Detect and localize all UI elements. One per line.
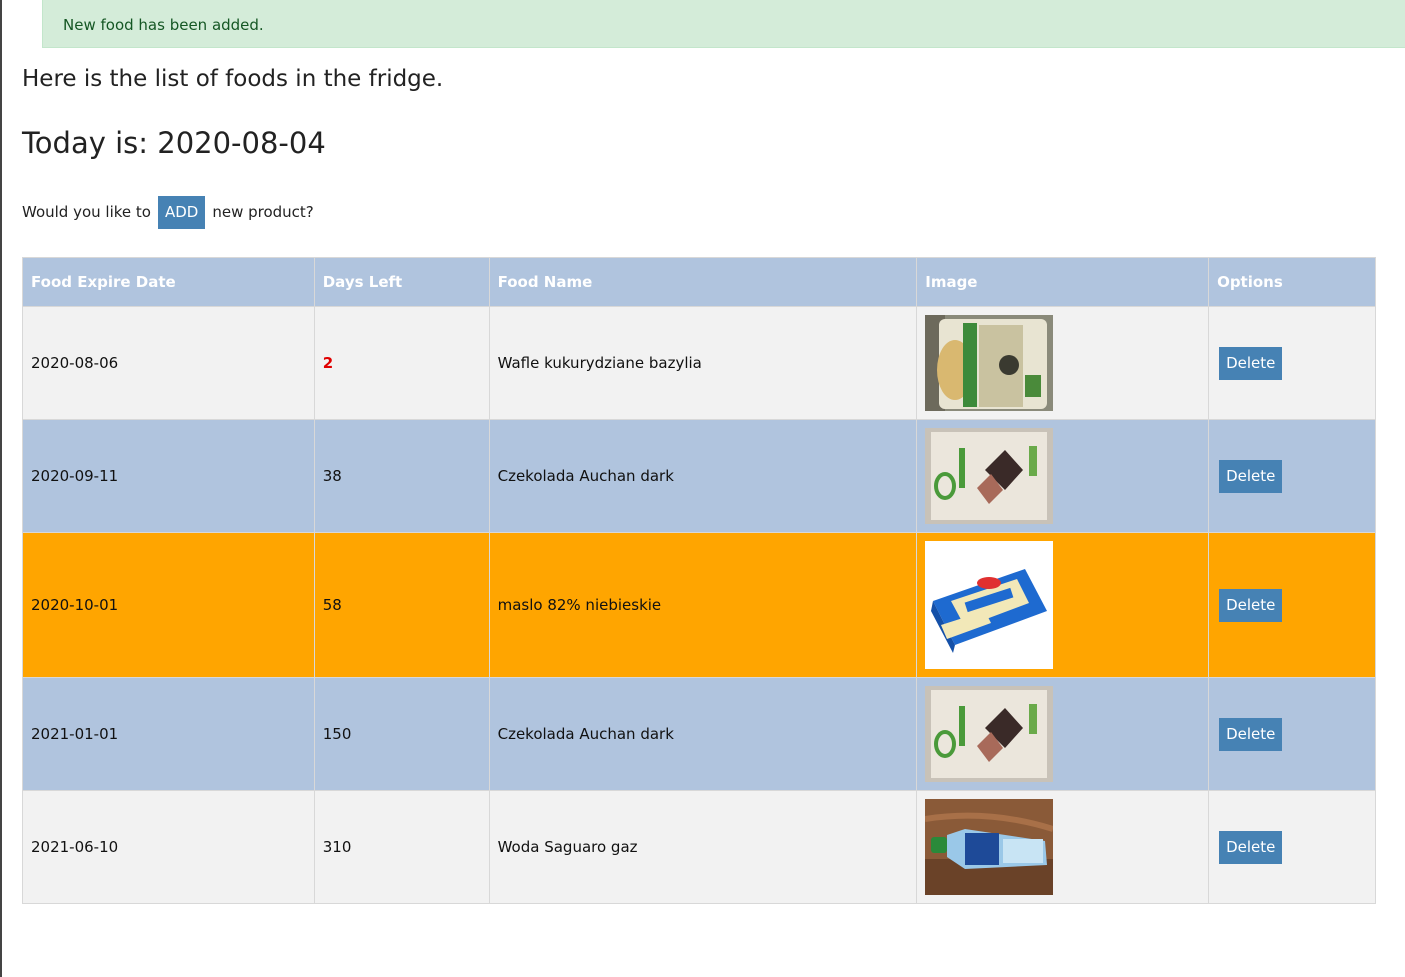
table-row: 2020-09-11 38 Czekolada Auchan dark Dele… (22, 419, 1376, 533)
cell-options: Delete (1208, 677, 1376, 791)
header-image: Image (916, 257, 1210, 307)
alert-message: New food has been added. (63, 16, 264, 34)
cell-expire-date: 2021-06-10 (22, 790, 315, 904)
cell-expire-date: 2021-01-01 (22, 677, 315, 791)
cell-image (916, 532, 1210, 678)
cell-days-left: 2 (313, 306, 490, 420)
table-header-row: Food Expire Date Days Left Food Name Ima… (22, 257, 1376, 307)
cell-food-name: Woda Saguaro gaz (488, 790, 918, 904)
header-food-name: Food Name (488, 257, 918, 307)
add-button[interactable]: ADD (157, 195, 206, 229)
header-expire-date: Food Expire Date (22, 257, 315, 307)
add-prompt-before: Would you like to (22, 203, 151, 221)
window-left-edge (0, 0, 2, 977)
success-alert: New food has been added. (42, 0, 1405, 48)
cell-expire-date: 2020-09-11 (22, 419, 315, 533)
cell-image (916, 419, 1210, 533)
cell-options: Delete (1208, 419, 1376, 533)
water-bottle-image (925, 799, 1054, 895)
cell-image (916, 306, 1210, 420)
cell-options: Delete (1208, 790, 1376, 904)
cell-expire-date: 2020-10-01 (22, 532, 315, 678)
table-row: 2020-10-01 58 maslo 82% niebieskie Delet… (22, 532, 1376, 678)
cell-days-left: 310 (313, 790, 490, 904)
cell-expire-date: 2020-08-06 (22, 306, 315, 420)
delete-button[interactable]: Delete (1219, 588, 1283, 622)
add-prompt-after: new product? (212, 203, 314, 221)
cell-options: Delete (1208, 306, 1376, 420)
chocolate-image (925, 686, 1054, 782)
table-row: 2021-06-10 310 Woda Saguaro gaz Delete (22, 790, 1376, 904)
intro-text: Here is the list of foods in the fridge. (22, 66, 444, 92)
cell-days-left: 38 (313, 419, 490, 533)
delete-button[interactable]: Delete (1219, 717, 1283, 751)
header-options: Options (1208, 257, 1376, 307)
cell-days-left: 150 (313, 677, 490, 791)
foods-table: Food Expire Date Days Left Food Name Ima… (22, 257, 1376, 904)
add-product-prompt: Would you like to ADD new product? (22, 195, 314, 229)
delete-button[interactable]: Delete (1219, 459, 1283, 493)
cell-food-name: Czekolada Auchan dark (488, 677, 918, 791)
delete-button[interactable]: Delete (1219, 830, 1283, 864)
cell-days-left: 58 (313, 532, 490, 678)
rice-cakes-image (925, 315, 1054, 411)
table-row: 2021-01-01 150 Czekolada Auchan dark Del… (22, 677, 1376, 791)
cell-options: Delete (1208, 532, 1376, 678)
cell-food-name: Czekolada Auchan dark (488, 419, 918, 533)
butter-image (925, 541, 1054, 669)
cell-image (916, 677, 1210, 791)
delete-button[interactable]: Delete (1219, 346, 1283, 380)
cell-food-name: maslo 82% niebieskie (488, 532, 918, 678)
chocolate-image (925, 428, 1054, 524)
cell-food-name: Wafle kukurydziane bazylia (488, 306, 918, 420)
cell-image (916, 790, 1210, 904)
header-days-left: Days Left (313, 257, 490, 307)
today-heading: Today is: 2020-08-04 (22, 126, 326, 160)
table-row: 2020-08-06 2 Wafle kukurydziane bazylia … (22, 306, 1376, 420)
